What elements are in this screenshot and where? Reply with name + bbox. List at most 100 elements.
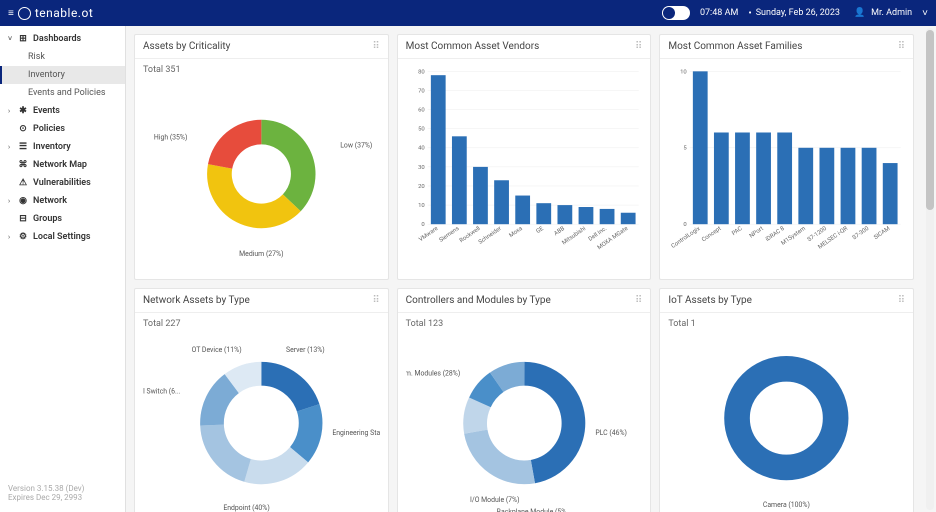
brand-text: tenable.ot (35, 6, 93, 20)
network-icon: ◉ (16, 196, 30, 206)
app-header: ≡ tenable.ot 07:48 AM • Sunday, Feb 26, … (0, 0, 936, 26)
svg-text:Engineering Station ...: Engineering Station ... (332, 429, 379, 437)
grip-icon[interactable]: ⠿ (372, 41, 379, 52)
nav-policies[interactable]: ⊙ Policies (0, 120, 125, 138)
svg-text:60: 60 (418, 108, 425, 114)
svg-text:50: 50 (418, 127, 425, 133)
panel-iot: IoT Assets by Type ⠿ Total 1 Camera (100… (659, 288, 914, 512)
high-label: High (35%) (154, 133, 188, 141)
svg-text:30: 30 (418, 165, 425, 171)
network-map-icon: ⌘ (16, 160, 30, 170)
svg-text:PAC: PAC (731, 226, 744, 237)
caret-right-icon: › (8, 233, 16, 241)
separator-dot: • (748, 8, 751, 19)
svg-text:S7-300: S7-300 (852, 226, 871, 241)
svg-text:80: 80 (418, 69, 425, 75)
sidebar-footer: Version 3.15.38 (Dev) Expires Dec 29, 29… (0, 478, 125, 512)
grip-icon[interactable]: ⠿ (635, 41, 642, 52)
grip-icon[interactable]: ⠿ (898, 41, 905, 52)
logo-circle-icon (18, 7, 31, 20)
panel-assets-criticality: Assets by Criticality ⠿ Total 351 High (… (134, 34, 389, 280)
nav-groups[interactable]: ⊟ Groups (0, 210, 125, 228)
network-assets-donut-chart[interactable]: OT Device (11%) Server (13%) Industrial … (143, 333, 380, 512)
nav-local-settings[interactable]: › ⚙ Local Settings (0, 228, 125, 246)
svg-text:10: 10 (418, 203, 425, 209)
scrollbar-thumb[interactable] (926, 30, 934, 210)
svg-text:NPort: NPort (749, 226, 765, 240)
grip-icon[interactable]: ⠿ (635, 295, 642, 306)
controllers-donut-chart[interactable]: Comm. Modules (28%) PLC (46%) I/O Module… (406, 333, 643, 512)
expires-text: Expires Dec 29, 2993 (8, 493, 117, 502)
panel-network-assets: Network Assets by Type ⠿ Total 227 (134, 288, 389, 512)
header-date: Sunday, Feb 26, 2023 (756, 8, 840, 18)
svg-text:I/O Module (7%): I/O Module (7%) (470, 496, 520, 504)
svg-text:70: 70 (418, 88, 425, 94)
svg-text:Industrial Switch (6...: Industrial Switch (6... (143, 387, 181, 395)
panel-vendors: Most Common Asset Vendors ⠿ 010203040506… (397, 34, 652, 280)
svg-text:VMware: VMware (418, 226, 439, 243)
svg-text:0: 0 (684, 222, 687, 228)
scrollbar-track[interactable] (926, 28, 934, 510)
nav-list: ˅ ⊞ Dashboards Risk Inventory Events and… (0, 26, 125, 478)
nav-network-map[interactable]: ⌘ Network Map (0, 156, 125, 174)
brand-logo[interactable]: tenable.ot (18, 6, 93, 20)
total-label: Total 351 (143, 65, 380, 75)
svg-text:5: 5 (684, 146, 688, 152)
families-bar-chart[interactable]: 0510ControlLogixConceptPACNPortiDRAC 8M1… (668, 65, 905, 270)
svg-text:Camera (100%): Camera (100%) (763, 501, 810, 509)
nav-sub-events-policies[interactable]: Events and Policies (0, 84, 125, 102)
caret-right-icon: › (8, 197, 16, 205)
header-user[interactable]: Mr. Admin (871, 8, 912, 18)
theme-toggle[interactable] (662, 6, 690, 20)
user-avatar-icon: 👤 (854, 8, 865, 18)
groups-icon: ⊟ (16, 214, 30, 224)
grip-icon[interactable]: ⠿ (372, 295, 379, 306)
nav-vulnerabilities[interactable]: ⚠ Vulnerabilities (0, 174, 125, 192)
svg-text:PLC (46%): PLC (46%) (595, 429, 627, 437)
events-icon: ✱ (16, 106, 30, 116)
svg-text:0: 0 (421, 222, 424, 228)
nav-dashboards[interactable]: ˅ ⊞ Dashboards (0, 30, 125, 48)
svg-text:ControlLogix: ControlLogix (671, 226, 702, 250)
nav-inventory[interactable]: › ☰ Inventory (0, 138, 125, 156)
svg-text:Endpoint (40%): Endpoint (40%) (223, 504, 269, 512)
svg-text:Siemens: Siemens (438, 226, 460, 244)
header-time: 07:48 AM (700, 8, 738, 18)
vendors-bar-chart[interactable]: 01020304050607080VMwareSiemensRockwellSc… (406, 65, 643, 270)
grip-icon[interactable]: ⠿ (898, 295, 905, 306)
panel-controllers: Controllers and Modules by Type ⠿ Total … (397, 288, 652, 512)
policies-icon: ⊙ (16, 124, 30, 134)
svg-text:Concept: Concept (701, 226, 722, 244)
caret-right-icon: › (8, 107, 16, 115)
svg-text:40: 40 (418, 146, 425, 152)
caret-down-icon: ˅ (8, 35, 16, 43)
nav-label: Dashboards (33, 34, 81, 44)
dashboard-main: Assets by Criticality ⠿ Total 351 High (… (126, 26, 922, 512)
inventory-icon: ☰ (16, 142, 30, 152)
criticality-donut-chart[interactable]: High (35%) Low (37%) Medium (27%) (143, 79, 380, 269)
version-text: Version 3.15.38 (Dev) (8, 484, 117, 493)
svg-text:Server (13%): Server (13%) (286, 346, 325, 354)
svg-text:10: 10 (680, 69, 687, 75)
svg-text:Mitsubishi: Mitsubishi (561, 226, 587, 247)
vulnerabilities-icon: ⚠ (16, 178, 30, 188)
svg-text:20: 20 (418, 184, 425, 190)
settings-icon: ⚙ (16, 232, 30, 242)
panel-families: Most Common Asset Families ⠿ 0510Control… (659, 34, 914, 280)
iot-donut-chart[interactable]: Camera (100%) (668, 333, 905, 512)
sidebar: ˅ ⊞ Dashboards Risk Inventory Events and… (0, 26, 126, 512)
hamburger-icon[interactable]: ≡ (8, 8, 14, 19)
svg-text:Backplane Module (5%...: Backplane Module (5%... (496, 508, 571, 512)
dashboard-icon: ⊞ (16, 34, 30, 44)
svg-text:SICAM: SICAM (874, 226, 892, 241)
svg-text:OT Device (11%): OT Device (11%) (192, 346, 242, 354)
nav-network[interactable]: › ◉ Network (0, 192, 125, 210)
nav-sub-inventory[interactable]: Inventory (0, 66, 125, 84)
svg-text:ABB: ABB (553, 226, 566, 238)
caret-right-icon: › (8, 143, 16, 151)
nav-sub-risk[interactable]: Risk (0, 48, 125, 66)
nav-events[interactable]: › ✱ Events (0, 102, 125, 120)
low-label: Low (37%) (340, 141, 372, 149)
chevron-down-icon[interactable]: ˅ (922, 8, 928, 19)
medium-label: Medium (27%) (239, 250, 283, 258)
